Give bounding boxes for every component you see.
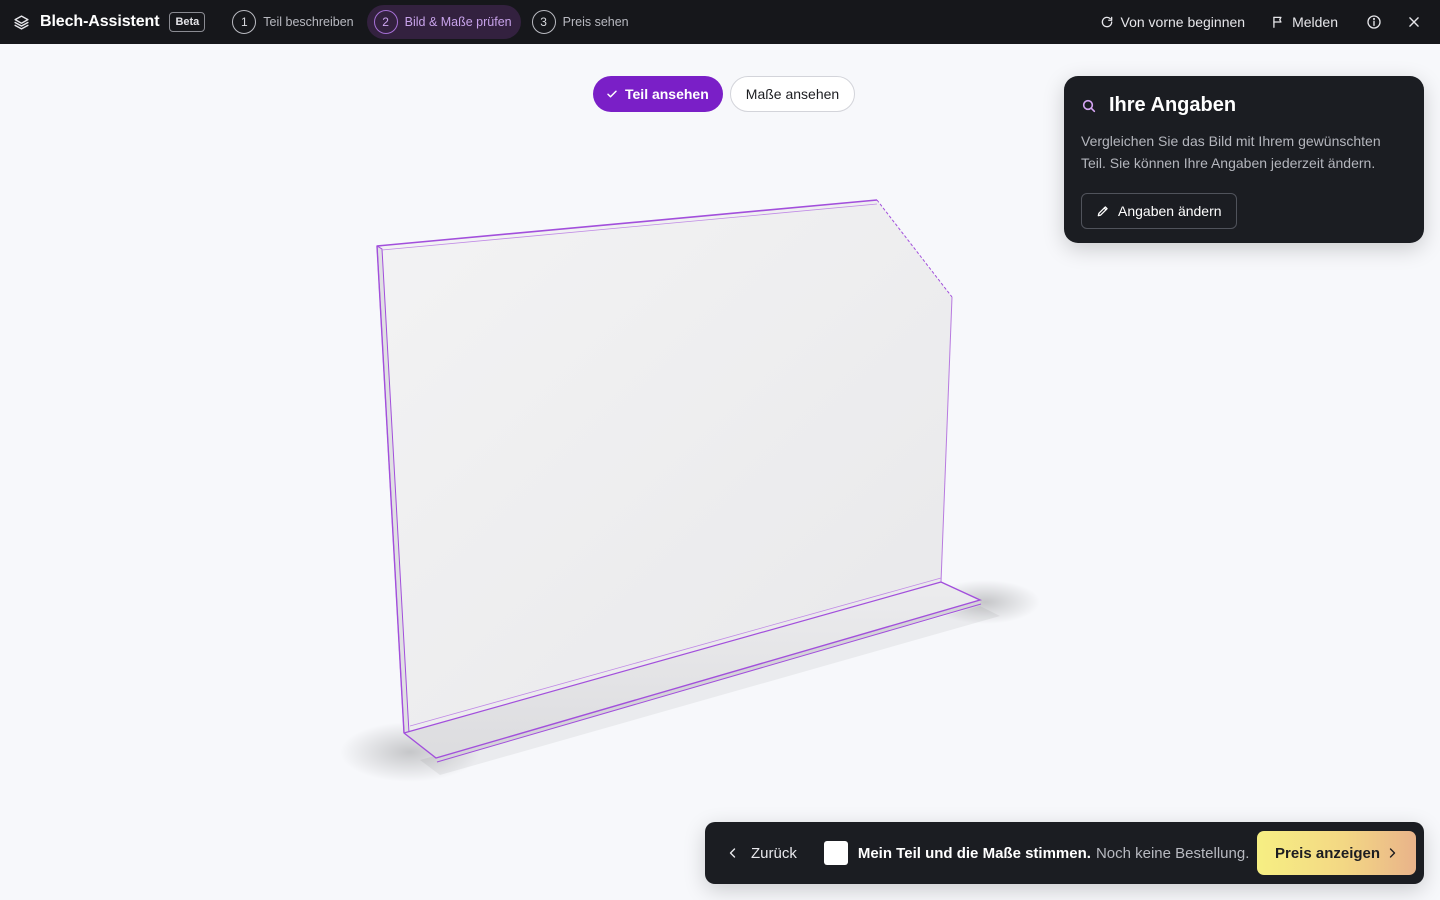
- beta-badge: Beta: [169, 12, 206, 32]
- step-check-image-dimensions[interactable]: 2 Bild & Maße prüfen: [366, 5, 521, 39]
- show-price-button[interactable]: Preis anzeigen: [1257, 831, 1416, 875]
- report-button[interactable]: Melden: [1271, 14, 1338, 30]
- layers-icon: [12, 13, 30, 31]
- view-toggle: Teil ansehen Maße ansehen: [593, 76, 856, 112]
- brand: Blech-Assistent Beta: [12, 0, 206, 44]
- show-price-label: Preis anzeigen: [1275, 844, 1381, 862]
- card-header: Ihre Angaben: [1081, 94, 1407, 117]
- bottom-action-bar: Zurück Mein Teil und die Maße stimmen. N…: [705, 822, 1424, 884]
- stepper: 1 Teil beschreiben 2 Bild & Maße prüfen …: [225, 5, 641, 39]
- card-description: Vergleichen Sie das Bild mit Ihrem gewün…: [1081, 133, 1381, 171]
- flag-icon: [1271, 15, 1285, 29]
- top-actions: Von vorne beginnen Melden: [1100, 0, 1440, 44]
- restart-button[interactable]: Von vorne beginnen: [1100, 14, 1246, 30]
- view-dimensions-label: Maße ansehen: [745, 86, 840, 102]
- your-details-card: Ihre Angaben Vergleichen Sie das Bild mi…: [1064, 76, 1424, 243]
- confirm-note: Noch keine Bestellung.: [1095, 844, 1250, 862]
- top-bar: Blech-Assistent Beta 1 Teil beschreiben …: [0, 0, 1440, 44]
- search-icon: [1081, 98, 1097, 114]
- refresh-icon: [1100, 15, 1114, 29]
- back-label: Zurück: [751, 844, 797, 862]
- view-dimensions-button[interactable]: Maße ansehen: [729, 76, 856, 112]
- step-describe-part[interactable]: 1 Teil beschreiben: [225, 5, 362, 39]
- view-part-button[interactable]: Teil ansehen: [593, 76, 723, 112]
- step-label: Teil beschreiben: [263, 15, 354, 29]
- report-label: Melden: [1292, 14, 1338, 30]
- restart-label: Von vorne beginnen: [1120, 14, 1246, 30]
- edit-details-label: Angaben ändern: [1118, 203, 1222, 219]
- edit-details-button[interactable]: Angaben ändern: [1081, 193, 1237, 229]
- app-title: Blech-Assistent: [40, 13, 160, 30]
- card-title: Ihre Angaben: [1109, 94, 1237, 116]
- view-part-label: Teil ansehen: [625, 86, 709, 102]
- step-see-price[interactable]: 3 Preis sehen: [525, 5, 638, 39]
- confirm-label: Mein Teil und die Maße stimmen.: [857, 844, 1091, 862]
- step-label: Bild & Maße prüfen: [404, 15, 512, 29]
- close-icon[interactable]: [1404, 12, 1424, 32]
- chevron-right-icon: [1386, 846, 1398, 860]
- info-icon[interactable]: [1364, 12, 1384, 32]
- confirm-checkbox[interactable]: [823, 841, 848, 865]
- check-icon: [606, 88, 618, 100]
- pencil-icon: [1096, 204, 1110, 218]
- step-number: 3: [531, 10, 556, 34]
- step-label: Preis sehen: [562, 15, 629, 29]
- step-number: 1: [232, 10, 257, 34]
- back-button[interactable]: Zurück: [727, 845, 797, 862]
- chevron-left-icon: [727, 846, 739, 860]
- confirm-checkbox-row[interactable]: Mein Teil und die Maße stimmen. Noch kei…: [823, 841, 1250, 865]
- step-number: 2: [373, 10, 398, 34]
